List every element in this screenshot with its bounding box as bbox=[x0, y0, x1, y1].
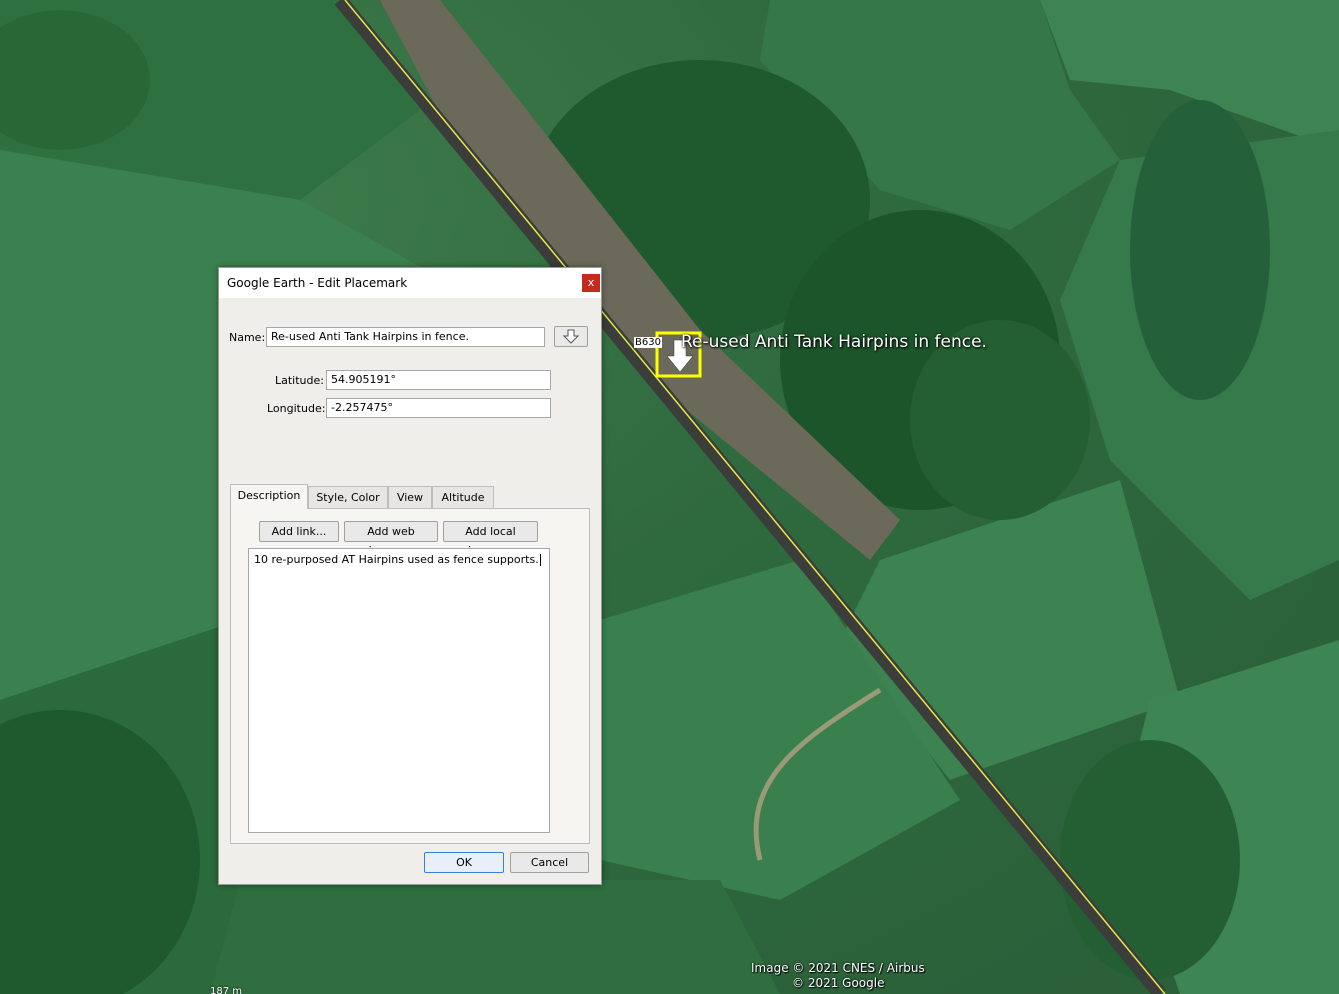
add-link-button[interactable]: Add link... bbox=[259, 521, 339, 542]
add-web-image-button[interactable]: Add web image... bbox=[344, 521, 438, 557]
tab-view[interactable]: View bbox=[388, 486, 432, 508]
dialog-title: Google Earth - Edit Placemark bbox=[227, 276, 408, 290]
longitude-field[interactable]: -2.257475° bbox=[326, 398, 551, 418]
attribution-imagery: Image © 2021 CNES / Airbus bbox=[751, 961, 925, 975]
latitude-label: Latitude: bbox=[275, 374, 324, 387]
longitude-label: Longitude: bbox=[267, 402, 326, 415]
text-cursor bbox=[539, 554, 541, 566]
ok-button[interactable]: OK bbox=[424, 852, 504, 873]
close-button[interactable]: x bbox=[582, 274, 600, 292]
tab-altitude[interactable]: Altitude bbox=[432, 486, 494, 508]
tab-description[interactable]: Description bbox=[230, 484, 308, 509]
satellite-map[interactable]: B630 Re-used Anti Tank Hairpins in fence… bbox=[0, 0, 1339, 994]
placemark-icon-button[interactable] bbox=[554, 326, 588, 347]
scale-legend: 187 m bbox=[210, 986, 243, 994]
cancel-button[interactable]: Cancel bbox=[510, 852, 589, 873]
name-label: Name: bbox=[229, 331, 266, 344]
name-field[interactable]: Re-used Anti Tank Hairpins in fence. bbox=[266, 327, 545, 347]
description-textarea[interactable]: 10 re-purposed AT Hairpins used as fence… bbox=[248, 548, 550, 833]
edit-placemark-dialog: Google Earth - Edit Placemark x Name: Re… bbox=[218, 267, 602, 885]
latitude-field[interactable]: 54.905191° bbox=[326, 370, 551, 390]
tab-style-color[interactable]: Style, Color bbox=[308, 486, 388, 508]
map-imagery bbox=[0, 0, 1339, 994]
description-text: 10 re-purposed AT Hairpins used as fence… bbox=[254, 553, 539, 566]
add-local-image-button[interactable]: Add local image... bbox=[443, 521, 538, 557]
dialog-titlebar[interactable]: Google Earth - Edit Placemark x bbox=[219, 268, 601, 298]
placemark-style-icon bbox=[562, 329, 580, 344]
road-label: B630 bbox=[634, 337, 662, 348]
attribution-google: © 2021 Google bbox=[792, 976, 885, 990]
placemark-label[interactable]: Re-used Anti Tank Hairpins in fence. bbox=[681, 332, 987, 352]
